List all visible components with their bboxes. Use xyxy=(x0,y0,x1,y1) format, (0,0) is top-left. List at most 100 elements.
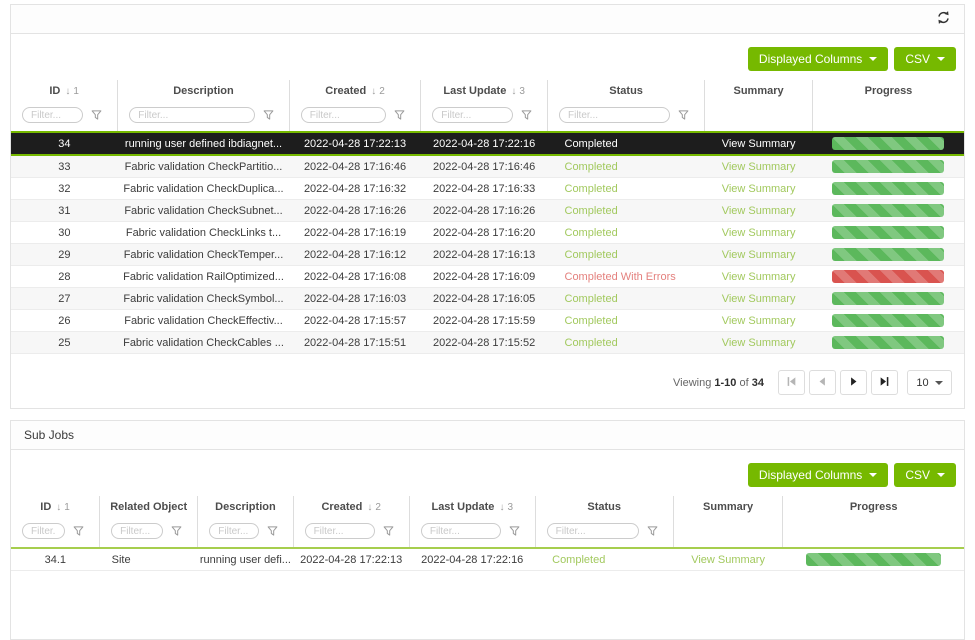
first-page-button[interactable] xyxy=(778,370,805,395)
column-header-last-update[interactable]: Last Update3 xyxy=(421,80,548,104)
view-summary-link[interactable]: View Summary xyxy=(691,554,765,566)
column-header-description[interactable]: Description xyxy=(118,80,290,104)
table-row[interactable]: 34.1 Site running user defi... 2022-04-2… xyxy=(11,548,964,571)
column-header-progress[interactable]: Progress xyxy=(812,80,964,104)
table-row[interactable]: 25 Fabric validation CheckCables ... 202… xyxy=(11,332,964,354)
filter-input-created[interactable] xyxy=(301,107,387,123)
displayed-columns-button[interactable]: Displayed Columns xyxy=(748,47,888,71)
filter-input-description[interactable] xyxy=(209,523,258,539)
filter-funnel-icon[interactable] xyxy=(263,110,274,120)
view-summary-link[interactable]: View Summary xyxy=(722,227,796,239)
table-row[interactable]: 32 Fabric validation CheckDuplica... 202… xyxy=(11,178,964,200)
column-header-summary[interactable]: Summary xyxy=(673,496,783,520)
cell-summary: View Summary xyxy=(705,178,813,200)
filter-input-status[interactable] xyxy=(559,107,670,123)
cell-summary: View Summary xyxy=(705,155,813,178)
cell-id: 32 xyxy=(11,178,118,200)
last-page-button[interactable] xyxy=(871,370,898,395)
table-row[interactable]: 26 Fabric validation CheckEffectiv... 20… xyxy=(11,310,964,332)
filter-input-related-object[interactable] xyxy=(111,523,163,539)
table-row[interactable]: 28 Fabric validation RailOptimized... 20… xyxy=(11,266,964,288)
view-summary-link[interactable]: View Summary xyxy=(722,249,796,261)
view-summary-link[interactable]: View Summary xyxy=(722,183,796,195)
status-badge: Completed xyxy=(548,310,705,332)
view-summary-link[interactable]: View Summary xyxy=(722,271,796,283)
csv-button[interactable]: CSV xyxy=(894,463,956,487)
csv-button[interactable]: CSV xyxy=(894,47,956,71)
filter-funnel-icon[interactable] xyxy=(509,526,520,536)
filter-input-created[interactable] xyxy=(305,523,375,539)
progress-bar xyxy=(832,137,944,150)
column-header-status[interactable]: Status xyxy=(535,496,673,520)
table-row[interactable]: 33 Fabric validation CheckPartitio... 20… xyxy=(11,155,964,178)
refresh-button[interactable] xyxy=(936,10,951,28)
filter-input-last-update[interactable] xyxy=(421,523,501,539)
column-header-status[interactable]: Status xyxy=(548,80,705,104)
cell-id: 34.1 xyxy=(11,548,100,571)
sub-jobs-header-row: ID1 Related Object Description Created2 … xyxy=(11,496,964,520)
filter-input-status[interactable] xyxy=(547,523,639,539)
view-summary-link[interactable]: View Summary xyxy=(722,205,796,217)
cell-progress xyxy=(812,288,964,310)
filter-funnel-icon[interactable] xyxy=(678,110,689,120)
view-summary-link[interactable]: View Summary xyxy=(722,161,796,173)
column-header-description[interactable]: Description xyxy=(198,496,293,520)
table-row[interactable]: 30 Fabric validation CheckLinks t... 202… xyxy=(11,222,964,244)
column-header-last-update[interactable]: Last Update3 xyxy=(409,496,535,520)
jobs-table: ID1 Description Created2 Last Update3 St… xyxy=(11,80,964,354)
filter-funnel-icon[interactable] xyxy=(73,526,84,536)
table-row[interactable]: 31 Fabric validation CheckSubnet... 2022… xyxy=(11,200,964,222)
cell-description: Fabric validation CheckTemper... xyxy=(118,244,290,266)
filter-funnel-icon[interactable] xyxy=(91,110,102,120)
caret-down-icon xyxy=(935,381,943,385)
filter-funnel-icon[interactable] xyxy=(383,526,394,536)
filter-input-id[interactable] xyxy=(22,107,83,123)
cell-summary: View Summary xyxy=(705,244,813,266)
caret-down-icon xyxy=(937,473,945,477)
column-header-progress[interactable]: Progress xyxy=(783,496,964,520)
cell-description: Fabric validation RailOptimized... xyxy=(118,266,290,288)
progress-bar xyxy=(832,270,944,283)
page-size-select[interactable]: 10 xyxy=(907,370,952,395)
column-header-summary[interactable]: Summary xyxy=(705,80,813,104)
displayed-columns-button[interactable]: Displayed Columns xyxy=(748,463,888,487)
next-page-button[interactable] xyxy=(840,370,867,395)
displayed-columns-label: Displayed Columns xyxy=(759,468,862,482)
filter-input-description[interactable] xyxy=(129,107,255,123)
view-summary-link[interactable]: View Summary xyxy=(722,315,796,327)
jobs-panel-header xyxy=(11,5,964,34)
cell-summary: View Summary xyxy=(705,332,813,354)
sub-jobs-toolbar: Displayed Columns CSV xyxy=(11,450,964,496)
sub-jobs-table: ID1 Related Object Description Created2 … xyxy=(11,496,964,571)
filter-funnel-icon[interactable] xyxy=(521,110,532,120)
column-header-id[interactable]: ID1 xyxy=(11,496,100,520)
view-summary-link[interactable]: View Summary xyxy=(722,293,796,305)
table-row[interactable]: 27 Fabric validation CheckSymbol... 2022… xyxy=(11,288,964,310)
status-badge: Completed xyxy=(535,548,673,571)
column-header-created[interactable]: Created2 xyxy=(293,496,409,520)
column-header-related-object[interactable]: Related Object xyxy=(100,496,198,520)
prev-page-button[interactable] xyxy=(809,370,836,395)
filter-input-last-update[interactable] xyxy=(432,107,513,123)
column-label: Created xyxy=(321,501,362,513)
view-summary-link[interactable]: View Summary xyxy=(722,138,796,150)
filter-funnel-icon[interactable] xyxy=(647,526,658,536)
table-row[interactable]: 29 Fabric validation CheckTemper... 2022… xyxy=(11,244,964,266)
filter-funnel-icon[interactable] xyxy=(171,526,182,536)
column-label: Description xyxy=(215,501,276,513)
filter-funnel-icon[interactable] xyxy=(267,526,278,536)
cell-summary: View Summary xyxy=(705,200,813,222)
cell-description: Fabric validation CheckCables ... xyxy=(118,332,290,354)
pagination: Viewing 1-10 of 34 10 xyxy=(11,354,964,408)
table-row[interactable]: 34 running user defined ibdiagnet... 202… xyxy=(11,132,964,155)
cell-progress xyxy=(812,200,964,222)
cell-last-update: 2022-04-28 17:16:13 xyxy=(421,244,548,266)
cell-created: 2022-04-28 17:22:13 xyxy=(289,132,421,155)
column-header-created[interactable]: Created2 xyxy=(289,80,421,104)
column-header-id[interactable]: ID1 xyxy=(11,80,118,104)
view-summary-link[interactable]: View Summary xyxy=(722,337,796,349)
status-badge: Completed xyxy=(548,132,705,155)
filter-input-id[interactable] xyxy=(22,523,65,539)
filter-funnel-icon[interactable] xyxy=(394,110,405,120)
skip-to-first-icon xyxy=(786,375,797,390)
